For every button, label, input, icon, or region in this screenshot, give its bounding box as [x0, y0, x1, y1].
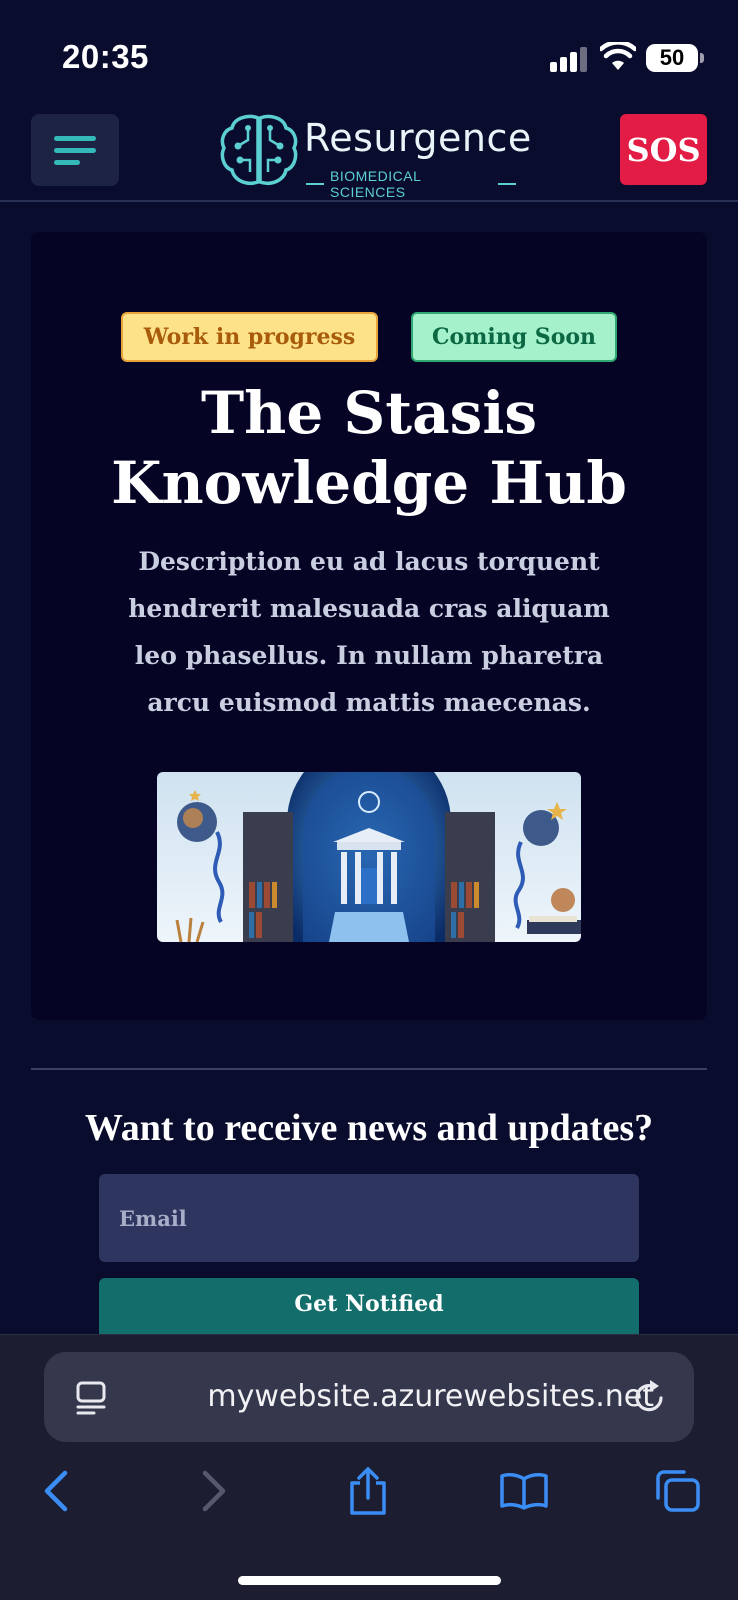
- tabs-button[interactable]: [648, 1461, 708, 1521]
- section-divider: [31, 1068, 707, 1070]
- address-bar[interactable]: mywebsite.azurewebsites.net: [44, 1352, 694, 1442]
- tagline-dash: [498, 183, 516, 185]
- back-button[interactable]: [26, 1461, 86, 1521]
- logo-tagline-text: BIOMEDICAL SCIENCES: [330, 168, 421, 200]
- battery-indicator: 50: [646, 44, 698, 72]
- brain-circuit-icon: [220, 114, 298, 185]
- home-indicator[interactable]: [238, 1576, 501, 1585]
- hamburger-icon-line: [54, 135, 96, 141]
- forward-icon: [202, 1470, 226, 1512]
- cellular-signal-icon: [550, 46, 590, 72]
- share-icon: [350, 1467, 386, 1515]
- email-field[interactable]: [99, 1174, 639, 1262]
- site-header: Resurgence BIOMEDICAL SCIENCES SOS: [0, 100, 738, 202]
- share-button[interactable]: [338, 1461, 398, 1521]
- wifi-icon: [600, 42, 636, 70]
- bookmarks-icon: [500, 1473, 548, 1510]
- reload-icon[interactable]: [630, 1378, 668, 1416]
- bookmarks-button[interactable]: [494, 1461, 554, 1521]
- browser-toolbar: mywebsite.azurewebsites.net: [0, 1334, 738, 1600]
- hamburger-icon-line: [54, 159, 80, 165]
- status-bar: 20:35 50: [0, 0, 738, 100]
- url-text: mywebsite.azurewebsites.net: [207, 1379, 654, 1414]
- logo-name: Resurgence: [304, 116, 532, 160]
- hero-description: Description eu ad lacus torquent hendrer…: [128, 547, 610, 717]
- reader-icon[interactable]: [74, 1380, 108, 1416]
- hamburger-icon-line: [54, 147, 96, 153]
- battery-cap: [700, 53, 704, 63]
- hero-illustration: [157, 772, 581, 942]
- sos-button[interactable]: SOS: [620, 114, 707, 185]
- page-title: The Stasis Knowledge Hub: [111, 379, 627, 517]
- tagline-dash: [306, 183, 324, 185]
- site-logo[interactable]: Resurgence BIOMEDICAL SCIENCES: [218, 112, 531, 200]
- browser-nav-row: [0, 1461, 738, 1541]
- back-icon: [44, 1470, 68, 1512]
- menu-button[interactable]: [31, 114, 119, 186]
- newsletter-title: Want to receive news and updates?: [84, 1107, 654, 1149]
- hero-card: Work in progress Coming Soon The Stasis …: [31, 232, 707, 1020]
- tabs-icon: [656, 1470, 700, 1512]
- work-in-progress-badge: Work in progress: [121, 312, 378, 362]
- logo-tagline: BIOMEDICAL SCIENCES: [306, 168, 516, 200]
- coming-soon-badge: Coming Soon: [411, 312, 617, 362]
- status-time: 20:35: [62, 38, 149, 75]
- forward-button[interactable]: [184, 1461, 244, 1521]
